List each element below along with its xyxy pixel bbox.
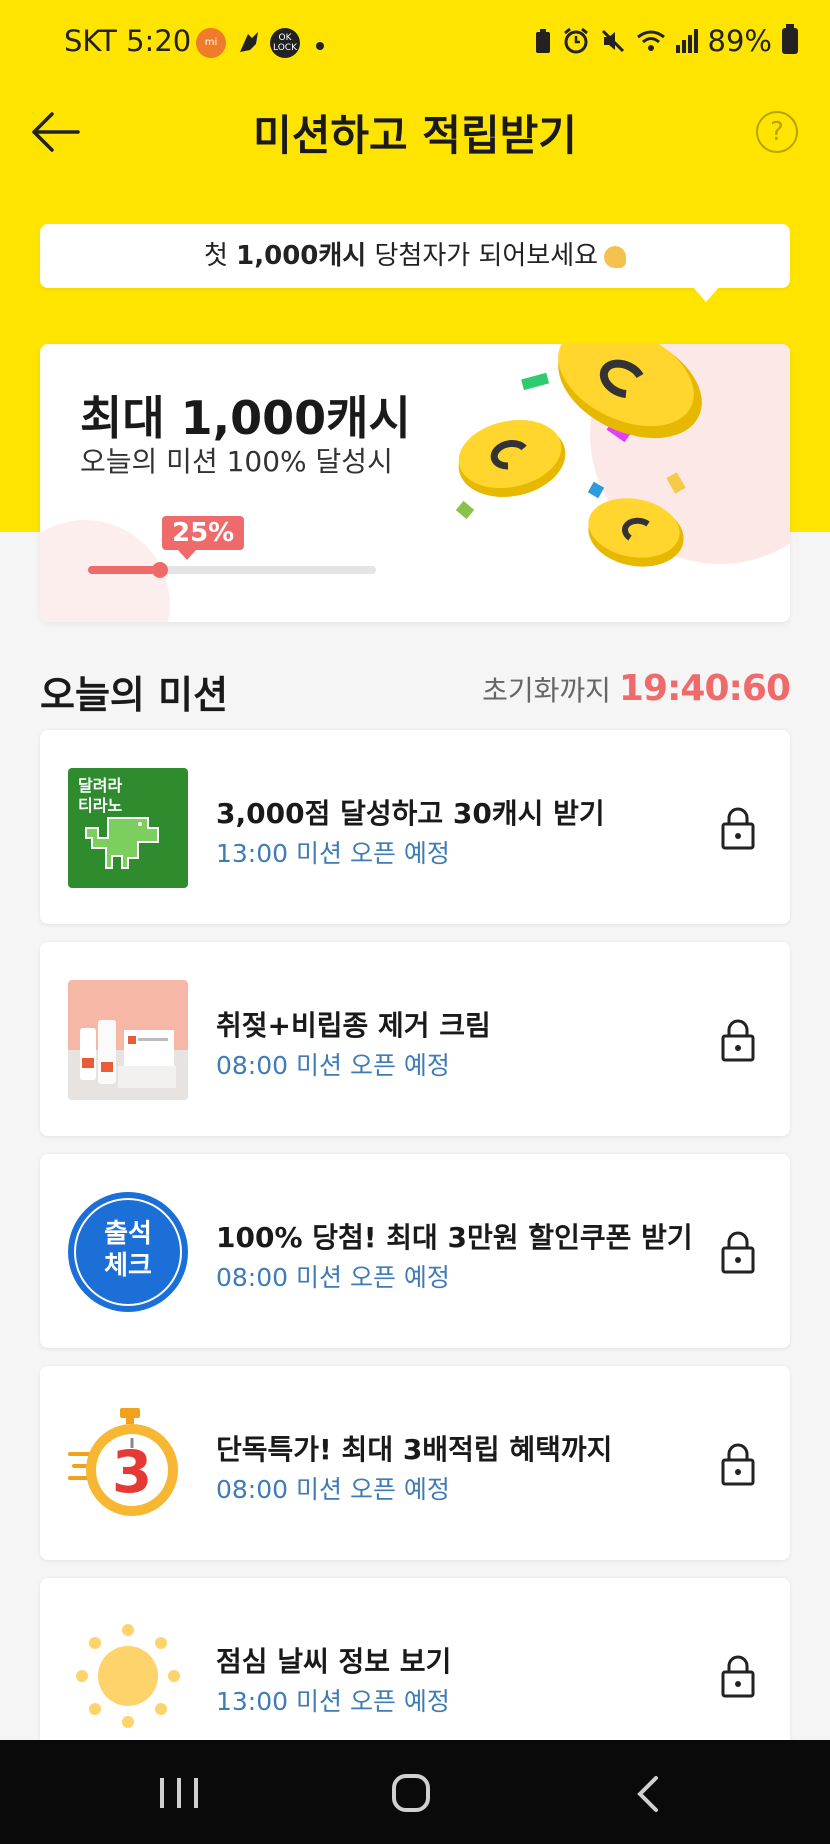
mission-open-time: 08:00 미션 오픈 예정: [216, 1051, 450, 1080]
sun-icon: [68, 1616, 188, 1736]
more-notifications-icon: [316, 42, 324, 50]
mission-card[interactable]: 출석 체크 100% 당첨! 최대 3만원 할인쿠폰 받기 08:00 미션 오…: [40, 1154, 790, 1348]
progress-knob: [152, 562, 168, 578]
thumb-text-1: 3: [112, 1438, 152, 1506]
reward-subtext: 오늘의 미션 100% 달성시: [80, 445, 393, 478]
lock-icon: [721, 807, 755, 850]
mission-card[interactable]: 취젖+비립종 제거 크림 08:00 미션 오픈 예정: [40, 942, 790, 1136]
recent-apps-icon[interactable]: [160, 1778, 198, 1808]
app-notification-icon: [234, 28, 264, 58]
mission-open-time: 13:00 미션 오픈 예정: [216, 839, 450, 868]
mission-title: 단독특가! 최대 3배적립 혜택까지: [216, 1433, 613, 1466]
reset-time: 19:40:60: [618, 668, 791, 709]
thumb-text-2: 체크: [104, 1251, 152, 1281]
battery-saver-icon: [535, 29, 550, 53]
banner-prefix: 첫: [203, 241, 237, 271]
status-bar: SKT 5:20 mi OK LOCK 89%: [0, 0, 830, 86]
mission-title: 점심 날씨 정보 보기: [216, 1645, 452, 1678]
signal-icon: [675, 29, 698, 53]
progress-label: 25%: [162, 516, 245, 560]
dino-game-thumbnail-icon: 달려라 티라노: [68, 768, 188, 888]
mission-open-time: 08:00 미션 오픈 예정: [216, 1263, 450, 1292]
reward-headline: 최대 1,000캐시: [80, 391, 411, 445]
battery-icon: [782, 24, 798, 54]
wifi-icon: [636, 30, 665, 51]
progress-fill: [88, 566, 160, 574]
page-title: 미션하고 적립받기: [253, 111, 577, 160]
attendance-check-icon: 출석 체크: [68, 1192, 188, 1312]
mission-card[interactable]: 달려라 티라노 3,000점 달성하고 30캐시 받기 13:00 미션 오픈 …: [40, 730, 790, 924]
reset-timer: 초기화까지 19:40:60: [482, 668, 791, 709]
coins-illustration-icon: [455, 344, 702, 567]
cream-product-thumbnail-icon: [68, 980, 188, 1100]
lock-icon: [721, 1443, 755, 1486]
lock-app-icon: OK LOCK: [270, 28, 300, 58]
mission-open-time: 08:00 미션 오픈 예정: [216, 1475, 450, 1504]
flexed-arm-icon: [604, 245, 627, 268]
mission-title: 100% 당첨! 최대 3만원 할인쿠폰 받기: [216, 1221, 693, 1254]
help-button[interactable]: ?: [756, 111, 798, 153]
reset-label: 초기화까지: [482, 674, 611, 707]
carrier-time: SKT 5:20: [64, 24, 192, 58]
nav-back-icon[interactable]: [630, 1774, 668, 1814]
lock-icon: [721, 1655, 755, 1698]
lock-icon: [721, 1231, 755, 1274]
home-icon[interactable]: [392, 1774, 430, 1812]
alarm-icon: [563, 27, 588, 54]
stopwatch-3-icon: 3: [68, 1404, 188, 1524]
lock-icon: [721, 1019, 755, 1062]
banner-suffix: 당첨자가 되어보세요: [366, 241, 599, 271]
banner-amount: 1,000캐시: [236, 241, 367, 271]
mission-title: 취젖+비립종 제거 크림: [216, 1009, 491, 1042]
mission-title: 3,000점 달성하고 30캐시 받기: [216, 797, 605, 830]
mission-card[interactable]: 3 단독특가! 최대 3배적립 혜택까지 08:00 미션 오픈 예정: [40, 1366, 790, 1560]
mute-icon: [601, 29, 624, 53]
banner-tail: [692, 286, 720, 302]
system-nav-bar: [0, 1740, 830, 1844]
promo-banner: 첫 1,000캐시 당첨자가 되어보세요: [40, 224, 790, 288]
battery-percent: 89%: [707, 24, 772, 58]
reward-card: 최대 1,000캐시 오늘의 미션 100% 달성시 25%: [40, 344, 790, 622]
mi-app-icon: mi: [196, 28, 226, 58]
thumb-text-1: 달려라: [78, 776, 123, 795]
missions-title: 오늘의 미션: [40, 673, 229, 717]
thumb-text-1: 출석: [104, 1219, 152, 1249]
mission-open-time: 13:00 미션 오픈 예정: [216, 1687, 450, 1716]
progress-bar: [88, 562, 376, 578]
